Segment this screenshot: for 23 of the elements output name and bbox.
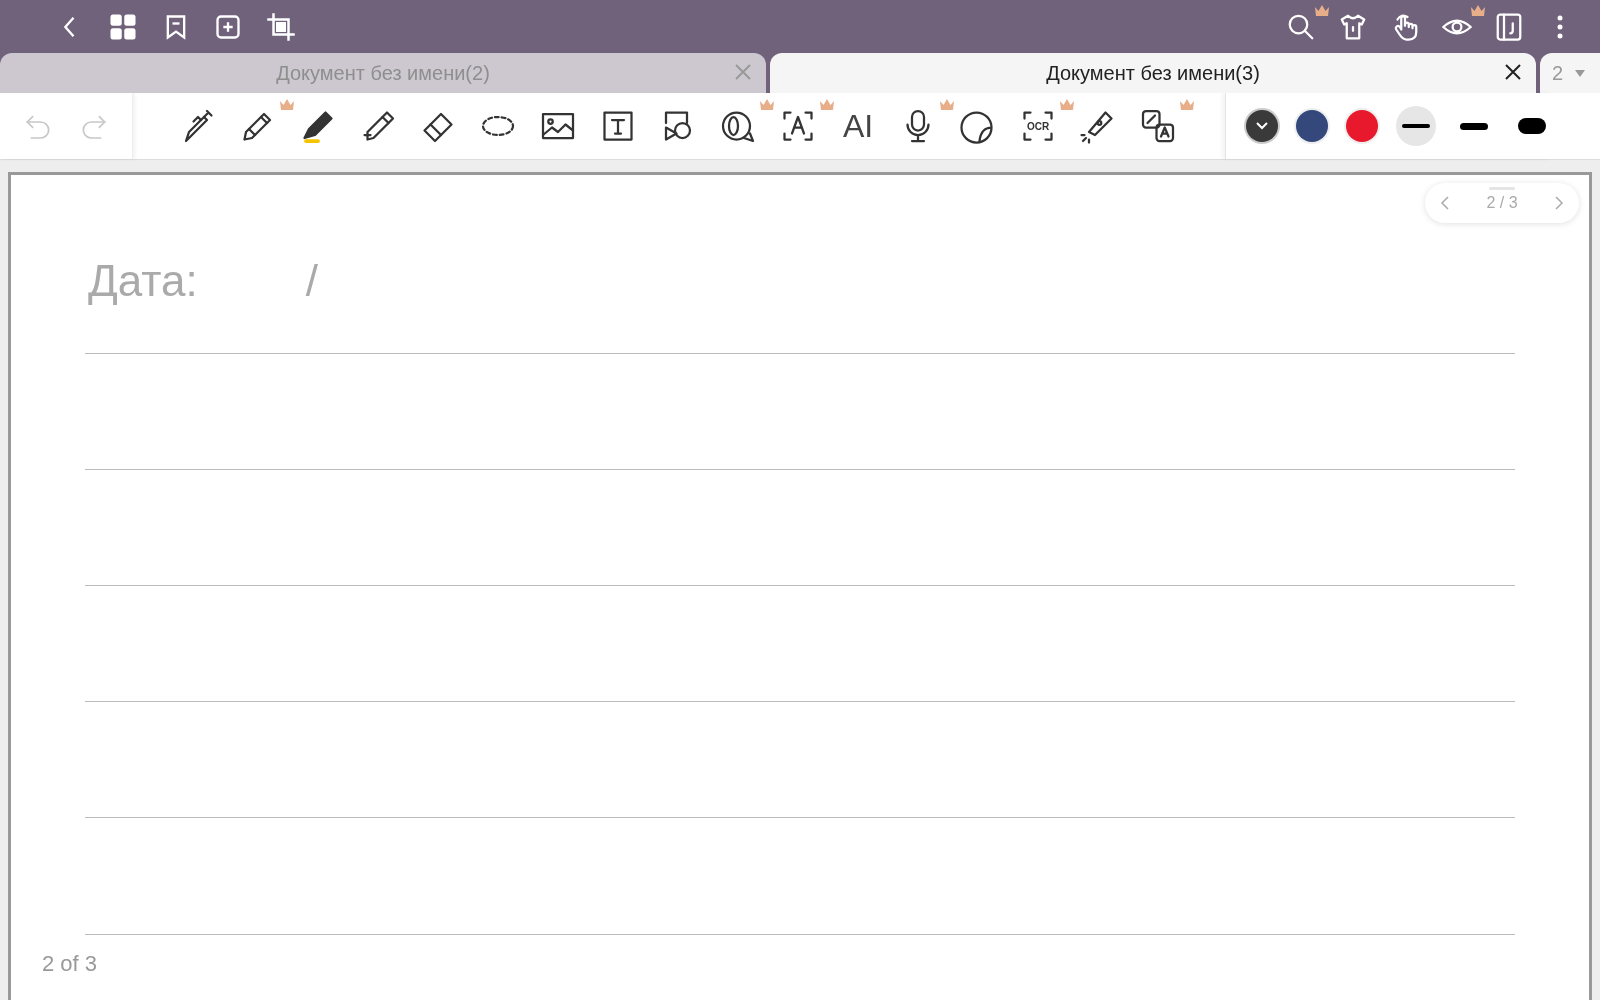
pen-icon[interactable] [300, 108, 336, 144]
document-tab[interactable]: Документ без имени(3) [770, 53, 1536, 93]
ai-tool[interactable]: AI [842, 110, 874, 142]
close-icon[interactable] [1504, 63, 1522, 81]
more-icon[interactable] [1556, 13, 1564, 40]
stroke-width-option[interactable] [1396, 106, 1436, 146]
laser-pointer-icon[interactable] [1080, 108, 1116, 144]
sticker-icon[interactable] [960, 108, 996, 144]
page-indicator: 2 / 3 [1486, 193, 1518, 213]
color-swatch[interactable] [1296, 110, 1328, 142]
date-label: Дата: [88, 259, 198, 303]
notebook-icon[interactable] [1494, 11, 1524, 42]
add-page-icon[interactable] [214, 12, 242, 41]
translate-icon[interactable] [1140, 108, 1176, 144]
text-box-icon[interactable] [600, 108, 636, 144]
text-scan-icon[interactable] [780, 108, 816, 144]
caret-icon [1575, 69, 1586, 77]
crop-icon[interactable] [266, 11, 296, 42]
page-number: 2 of 3 [42, 950, 98, 978]
ocr-tool[interactable]: OCR [1020, 108, 1056, 144]
color-swatch[interactable] [1246, 110, 1278, 142]
color-swatch[interactable] [1346, 110, 1378, 142]
date-separator: / [305, 259, 318, 303]
